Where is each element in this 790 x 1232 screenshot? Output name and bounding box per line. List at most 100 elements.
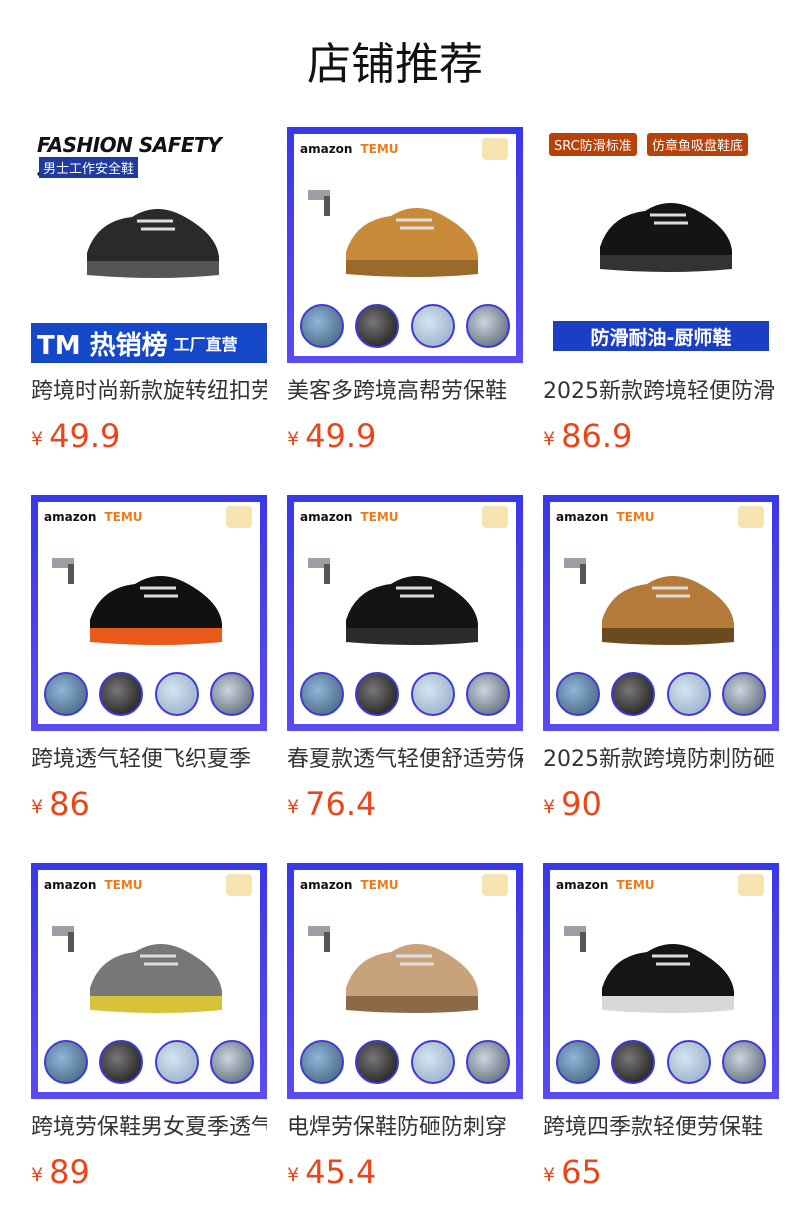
amazon-logo: amazon bbox=[300, 878, 353, 892]
feature-thumb bbox=[410, 672, 455, 716]
product-name[interactable]: 跨境时尚新款旋转纽扣劳保鞋 bbox=[31, 377, 267, 407]
currency-symbol: ¥ bbox=[31, 428, 44, 450]
shoe-picture bbox=[336, 190, 486, 282]
product-image[interactable]: amazon TEMU bbox=[543, 863, 779, 1099]
product-image[interactable]: FASHION SAFETY SHOES 男士工作安全鞋 TM 热销榜 工厂直营 bbox=[31, 127, 267, 363]
product-card[interactable]: amazon TEMU 春夏款透气轻便舒适劳保 ¥76.4 bbox=[287, 495, 523, 825]
product-price: ¥76.4 bbox=[287, 785, 376, 823]
brand-bar: amazon TEMU bbox=[38, 502, 260, 532]
currency-symbol: ¥ bbox=[31, 1164, 44, 1186]
feature-thumb bbox=[300, 1040, 344, 1084]
certificate-icon bbox=[482, 874, 508, 896]
currency-symbol: ¥ bbox=[543, 428, 556, 450]
product-image[interactable]: amazon TEMU bbox=[287, 127, 523, 363]
product-image[interactable]: amazon TEMU bbox=[31, 495, 267, 731]
feature-thumb bbox=[355, 672, 400, 716]
brand-bar: amazon TEMU bbox=[294, 870, 516, 900]
image-tag: 仿章鱼吸盘鞋底 bbox=[647, 133, 749, 156]
feature-thumb bbox=[465, 1040, 510, 1084]
product-name[interactable]: 美客多跨境高帮劳保鞋 bbox=[287, 377, 523, 407]
feature-thumb bbox=[99, 672, 144, 716]
product-price: ¥49.9 bbox=[31, 417, 120, 455]
feature-thumb bbox=[611, 672, 656, 716]
product-image[interactable]: amazon TEMU bbox=[287, 495, 523, 731]
certificate-icon bbox=[226, 874, 252, 896]
product-name[interactable]: 跨境四季款轻便劳保鞋 bbox=[543, 1113, 779, 1143]
product-card[interactable]: FASHION SAFETY SHOES 男士工作安全鞋 TM 热销榜 工厂直营… bbox=[31, 127, 267, 457]
feature-thumb bbox=[209, 672, 254, 716]
product-name[interactable]: 电焊劳保鞋防砸防刺穿 bbox=[287, 1113, 523, 1143]
temu-logo: TEMU bbox=[104, 510, 143, 524]
currency-symbol: ¥ bbox=[31, 796, 44, 818]
feature-thumb bbox=[465, 672, 510, 716]
product-image[interactable]: amazon TEMU bbox=[31, 863, 267, 1099]
shoe-illustration bbox=[602, 944, 734, 1013]
temu-logo: TEMU bbox=[616, 878, 655, 892]
shoe-illustration bbox=[87, 209, 219, 278]
image-tag: SRC防滑标准 bbox=[549, 133, 637, 156]
currency-symbol: ¥ bbox=[543, 1164, 556, 1186]
product-image[interactable]: amazon TEMU bbox=[287, 863, 523, 1099]
shoe-picture bbox=[80, 926, 230, 1018]
product-price: ¥45.4 bbox=[287, 1153, 376, 1191]
brand-bar: amazon TEMU bbox=[38, 870, 260, 900]
product-price: ¥86 bbox=[31, 785, 90, 823]
price-value: 49.9 bbox=[49, 417, 121, 455]
brand-bar: amazon TEMU bbox=[294, 502, 516, 532]
shoe-picture bbox=[336, 926, 486, 1018]
amazon-logo: amazon bbox=[44, 510, 97, 524]
product-card[interactable]: amazon TEMU 美客多跨境高帮劳保鞋 ¥49.9 bbox=[287, 127, 523, 457]
shoe-picture bbox=[80, 558, 230, 650]
shoe-picture bbox=[592, 558, 742, 650]
feature-thumbnails bbox=[44, 672, 254, 716]
shoe-illustration bbox=[346, 208, 478, 277]
product-name[interactable]: 2025新款跨境轻便防滑 bbox=[543, 377, 779, 407]
temu-logo: TEMU bbox=[360, 142, 399, 156]
shoe-illustration bbox=[346, 944, 478, 1013]
shoe-illustration bbox=[600, 203, 732, 272]
feature-thumbnails bbox=[300, 304, 510, 348]
feature-thumb bbox=[666, 1040, 711, 1084]
product-card[interactable]: amazon TEMU 跨境四季款轻便劳保鞋 ¥65 bbox=[543, 863, 779, 1193]
price-value: 65 bbox=[561, 1153, 602, 1191]
shoe-illustration bbox=[90, 576, 222, 645]
feature-thumb bbox=[465, 304, 510, 348]
certificate-icon bbox=[226, 506, 252, 528]
product-name[interactable]: 春夏款透气轻便舒适劳保 bbox=[287, 745, 523, 775]
product-card[interactable]: SRC防滑标准 仿章鱼吸盘鞋底 防滑耐油-厨师鞋 2025新款跨境轻便防滑 ¥86… bbox=[543, 127, 779, 457]
feature-thumb bbox=[355, 1040, 400, 1084]
product-name[interactable]: 跨境透气轻便飞织夏季 bbox=[31, 745, 267, 775]
price-value: 76.4 bbox=[305, 785, 377, 823]
feature-thumb bbox=[44, 1040, 88, 1084]
product-image[interactable]: amazon TEMU bbox=[543, 495, 779, 731]
feature-thumb bbox=[721, 672, 766, 716]
product-card[interactable]: amazon TEMU 电焊劳保鞋防砸防刺穿 ¥45.4 bbox=[287, 863, 523, 1193]
certificate-icon bbox=[738, 506, 764, 528]
product-card[interactable]: amazon TEMU 跨境透气轻便飞织夏季 ¥86 bbox=[31, 495, 267, 825]
feature-thumb bbox=[556, 1040, 600, 1084]
amazon-logo: amazon bbox=[300, 142, 353, 156]
image-banner: 防滑耐油-厨师鞋 bbox=[553, 321, 769, 351]
product-price: ¥65 bbox=[543, 1153, 602, 1191]
product-image[interactable]: SRC防滑标准 仿章鱼吸盘鞋底 防滑耐油-厨师鞋 bbox=[543, 127, 779, 363]
product-card[interactable]: amazon TEMU 跨境劳保鞋男女夏季透气 ¥89 bbox=[31, 863, 267, 1193]
product-price: ¥49.9 bbox=[287, 417, 376, 455]
temu-logo: TEMU bbox=[360, 878, 399, 892]
product-name[interactable]: 跨境劳保鞋男女夏季透气 bbox=[31, 1113, 267, 1143]
currency-symbol: ¥ bbox=[287, 428, 300, 450]
shoe-illustration bbox=[90, 944, 222, 1013]
brand-bar: amazon TEMU bbox=[550, 502, 772, 532]
amazon-logo: amazon bbox=[556, 878, 609, 892]
feature-thumb bbox=[44, 672, 88, 716]
banner-subtext: 工厂直营 bbox=[173, 335, 238, 354]
temu-logo: TEMU bbox=[616, 510, 655, 524]
price-value: 89 bbox=[49, 1153, 90, 1191]
image-banner: TM 热销榜 工厂直营 bbox=[31, 323, 267, 363]
feature-thumbnails bbox=[300, 672, 510, 716]
product-card[interactable]: amazon TEMU 2025新款跨境防刺防砸 ¥90 bbox=[543, 495, 779, 825]
feature-thumb bbox=[410, 304, 455, 348]
product-name[interactable]: 2025新款跨境防刺防砸 bbox=[543, 745, 779, 775]
section-title: 店铺推荐 bbox=[307, 39, 483, 90]
product-price: ¥86.9 bbox=[543, 417, 632, 455]
feature-thumbnails bbox=[44, 1040, 254, 1084]
